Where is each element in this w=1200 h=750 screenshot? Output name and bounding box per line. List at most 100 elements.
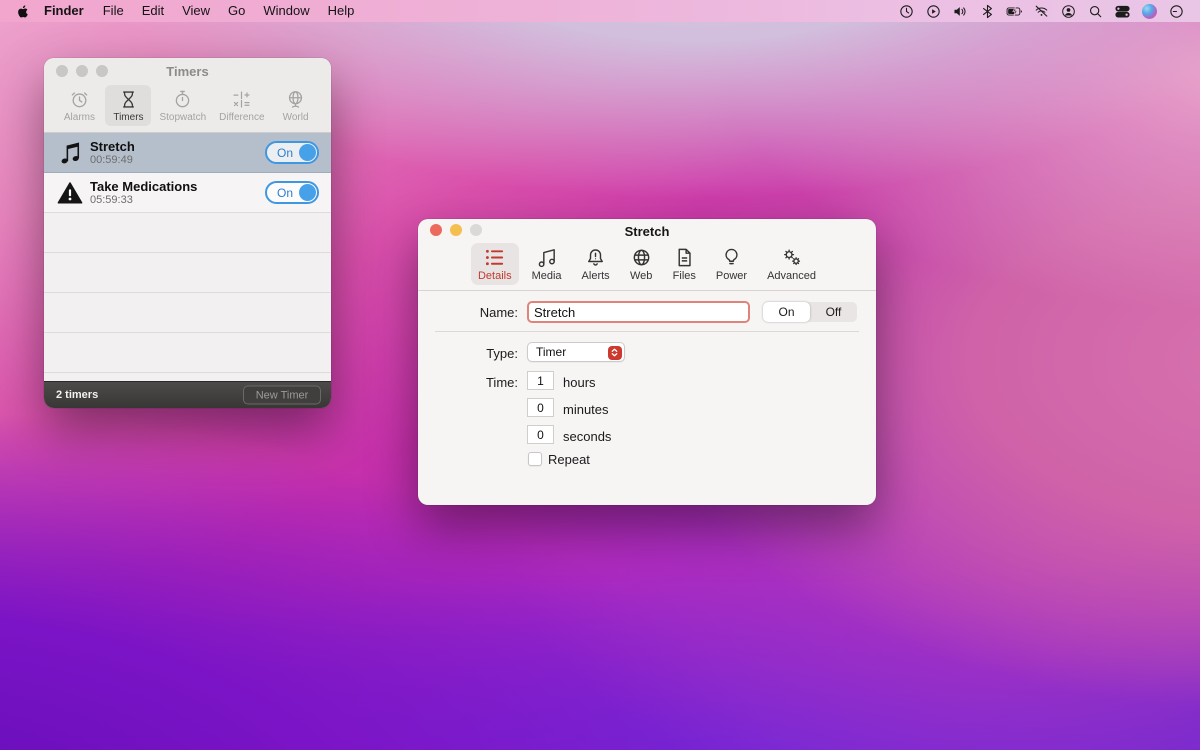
timer-row-text: Stretch 00:59:49: [90, 139, 265, 167]
tab-label: Web: [629, 270, 653, 282]
minutes-unit-label: minutes: [563, 402, 609, 417]
toggle-label: On: [277, 185, 294, 200]
timer-name: Stretch: [90, 138, 135, 154]
tab-label: Timers: [113, 112, 144, 123]
menu-help[interactable]: Help: [319, 0, 364, 22]
menu-finder[interactable]: Finder: [34, 0, 94, 22]
play-circle-icon[interactable]: [925, 3, 942, 20]
bell-alert-icon: [588, 249, 604, 266]
tab-alerts[interactable]: Alerts: [575, 243, 617, 285]
form-divider: [435, 331, 859, 332]
wifi-off-icon[interactable]: [1033, 3, 1050, 20]
time-label: Time:: [485, 375, 518, 390]
search-icon[interactable]: [1087, 3, 1104, 20]
tab-timers[interactable]: Timers: [105, 85, 152, 126]
type-label: Type:: [486, 346, 518, 361]
timer-toggle[interactable]: On: [265, 181, 319, 204]
status-area: [893, 3, 1200, 20]
close-button[interactable]: [56, 65, 68, 77]
menu-go[interactable]: Go: [219, 0, 254, 22]
tab-label: Difference: [219, 112, 265, 123]
menu-file[interactable]: File: [94, 0, 133, 22]
list-details-icon: [486, 249, 504, 266]
menu-view[interactable]: View: [173, 0, 219, 22]
detail-titlebar[interactable]: Stretch: [418, 219, 876, 241]
timer-row-stretch[interactable]: Stretch 00:59:49 On: [44, 133, 331, 173]
tab-media[interactable]: Media: [525, 243, 569, 285]
tab-details[interactable]: Details: [470, 243, 519, 285]
on-off-segmented-control: On Off: [763, 302, 857, 322]
menu-edit[interactable]: Edit: [133, 0, 173, 22]
repeat-label: Repeat: [548, 452, 590, 467]
timer-toggle[interactable]: On: [265, 141, 319, 164]
zoom-button[interactable]: [96, 65, 108, 77]
detail-window-title: Stretch: [624, 224, 670, 239]
tab-advanced[interactable]: Advanced: [760, 243, 823, 285]
tab-label: Alerts: [581, 270, 610, 282]
timers-titlebar[interactable]: Timers: [44, 58, 331, 84]
tab-label: Power: [715, 270, 748, 282]
apple-icon: [18, 4, 28, 17]
control-center-icon[interactable]: [1114, 3, 1131, 20]
tab-label: Advanced: [767, 270, 817, 282]
difference-math-icon: [233, 91, 250, 108]
traffic-lights: [56, 65, 108, 77]
tab-power[interactable]: Power: [709, 243, 754, 285]
tab-files[interactable]: Files: [666, 243, 703, 285]
user-icon[interactable]: [1060, 3, 1077, 20]
tab-difference[interactable]: Difference: [214, 85, 269, 126]
apple-menu[interactable]: [16, 4, 30, 19]
music-note-icon: [538, 249, 555, 268]
battery-icon[interactable]: [1006, 3, 1023, 20]
tab-world[interactable]: World: [273, 85, 319, 126]
off-segment[interactable]: Off: [810, 302, 857, 322]
stopwatch-icon: [176, 90, 190, 108]
timer-time: 05:59:33: [90, 193, 133, 206]
clock-icon[interactable]: [898, 3, 915, 20]
name-field[interactable]: [527, 301, 750, 323]
alarm-clock-icon: [71, 92, 88, 108]
select-chevrons-icon: [607, 345, 622, 360]
tab-label: Files: [672, 270, 696, 282]
hours-unit-label: hours: [563, 375, 596, 390]
clock-outline-icon[interactable]: [1168, 3, 1185, 20]
tab-alarms[interactable]: Alarms: [56, 85, 102, 126]
bluetooth-icon[interactable]: [979, 3, 996, 20]
menu-window[interactable]: Window: [254, 0, 318, 22]
minutes-field[interactable]: [527, 398, 554, 417]
menu-bar: Finder File Edit View Go Window Help: [0, 0, 1200, 22]
timer-list: Stretch 00:59:49 On Take Medications 05:…: [44, 133, 331, 381]
tab-label: Details: [477, 270, 512, 282]
light-bulb-icon: [725, 248, 738, 265]
warning-triangle-icon: [56, 181, 84, 205]
timers-footer: 2 timers New Timer: [44, 381, 331, 408]
type-value: Timer: [536, 345, 567, 359]
world-globe-icon: [288, 91, 303, 108]
detail-toolbar: Details Media Alerts Web Files Power Adv…: [418, 241, 876, 291]
new-timer-button[interactable]: New Timer: [243, 385, 321, 405]
timers-toolbar: Alarms Timers Stopwatch Difference World: [44, 84, 331, 132]
seconds-field[interactable]: [527, 425, 554, 444]
timers-window-header: Timers Alarms Timers Stopwatch Differenc…: [44, 58, 331, 133]
timers-window: Timers Alarms Timers Stopwatch Differenc…: [44, 58, 331, 408]
on-segment[interactable]: On: [763, 302, 810, 322]
name-label: Name:: [479, 305, 518, 320]
siri-icon[interactable]: [1141, 3, 1158, 20]
tab-web[interactable]: Web: [623, 243, 660, 285]
timers-window-title: Timers: [166, 63, 209, 79]
tab-stopwatch[interactable]: Stopwatch: [154, 85, 211, 126]
document-icon: [678, 248, 691, 267]
repeat-checkbox[interactable]: [528, 452, 542, 466]
hours-field[interactable]: [527, 371, 554, 390]
tab-label: World: [282, 112, 309, 123]
minimize-button[interactable]: [76, 65, 88, 77]
stretch-detail-window: Stretch Details Media Alerts Web Files P…: [418, 219, 876, 505]
gears-icon: [784, 249, 801, 266]
type-select[interactable]: Timer: [527, 342, 625, 362]
timer-row-take-medications[interactable]: Take Medications 05:59:33 On: [44, 173, 331, 213]
hourglass-icon: [122, 91, 134, 108]
siri-orb: [1142, 3, 1157, 19]
music-note-icon: [56, 140, 84, 166]
volume-icon[interactable]: [952, 3, 969, 20]
globe-web-icon: [633, 249, 650, 266]
